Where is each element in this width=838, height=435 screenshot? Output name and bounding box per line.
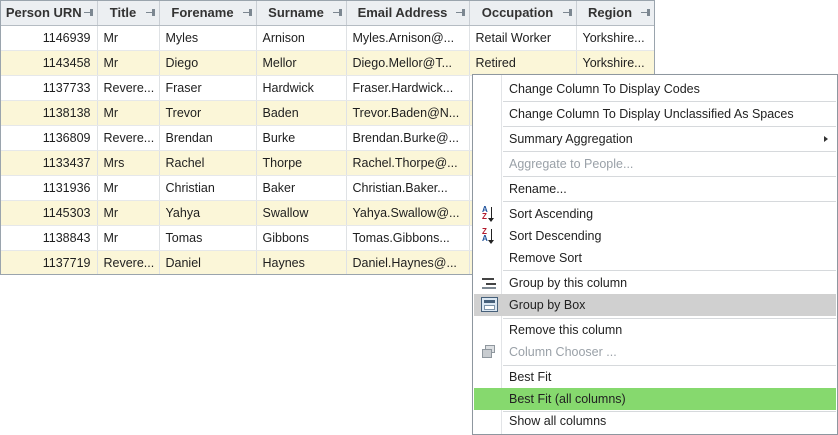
cell-forename[interactable]: Trevor [159,100,257,126]
menu-separator [503,151,836,152]
menu-item-remove-sort[interactable]: Remove Sort [474,247,836,269]
submenu-arrow-icon [824,136,828,142]
group-by-column-icon [480,275,498,291]
menu-item-rename[interactable]: Rename... [474,178,836,200]
menu-separator [503,126,836,127]
cell-forename[interactable]: Myles [159,25,257,51]
cell-email[interactable]: Christian.Baker... [346,175,470,201]
cell-title[interactable]: Mr [97,200,160,226]
menu-item-column-chooser[interactable]: Column Chooser ... [474,341,836,363]
menu-item-summary-aggregation[interactable]: Summary Aggregation [474,128,836,150]
column-header-forename[interactable]: Forename [159,1,257,26]
pin-icon[interactable] [562,8,572,17]
menu-item-sort-descending[interactable]: ZA Sort Descending [474,225,836,247]
pin-icon[interactable] [242,8,252,17]
cell-forename[interactable]: Daniel [159,250,257,274]
cell-person-urn[interactable]: 1146939 [1,25,98,51]
cell-title[interactable]: Mr [97,25,160,51]
menu-item-group-by-column[interactable]: Group by this column [474,272,836,294]
cell-forename[interactable]: Yahya [159,200,257,226]
menu-separator [503,270,836,271]
table-row[interactable]: 1143458 Mr Diego Mellor Diego.Mellor@T..… [1,50,654,76]
pin-icon[interactable] [640,8,650,17]
cell-title[interactable]: Mr [97,50,160,76]
table-row[interactable]: 1146939 Mr Myles Arnison Myles.Arnison@.… [1,25,654,51]
pin-icon[interactable] [83,8,93,17]
menu-item-unclassified-as-spaces[interactable]: Change Column To Display Unclassified As… [474,103,836,125]
cell-person-urn[interactable]: 1133437 [1,150,98,176]
menu-item-sort-ascending[interactable]: AZ Sort Ascending [474,203,836,225]
pin-icon[interactable] [455,8,465,17]
column-header-region[interactable]: Region [576,1,654,26]
cell-email[interactable]: Brendan.Burke@... [346,125,470,151]
cell-title[interactable]: Revere... [97,250,160,274]
cell-email[interactable]: Rachel.Thorpe@... [346,150,470,176]
cell-email[interactable]: Tomas.Gibbons... [346,225,470,251]
cell-email[interactable]: Myles.Arnison@... [346,25,470,51]
menu-item-show-all-columns[interactable]: Show all columns [474,410,836,432]
cell-surname[interactable]: Swallow [256,200,347,226]
menu-item-remove-column[interactable]: Remove this column [474,319,836,341]
cell-forename[interactable]: Christian [159,175,257,201]
cell-region[interactable]: Yorkshire... [576,25,654,51]
cell-person-urn[interactable]: 1137719 [1,250,98,274]
cell-surname[interactable]: Burke [256,125,347,151]
cell-email[interactable]: Yahya.Swallow@... [346,200,470,226]
cell-surname[interactable]: Gibbons [256,225,347,251]
cell-surname[interactable]: Hardwick [256,75,347,101]
cell-person-urn[interactable]: 1145303 [1,200,98,226]
cell-forename[interactable]: Diego [159,50,257,76]
cell-surname[interactable]: Baden [256,100,347,126]
cell-occupation[interactable]: Retail Worker [469,25,577,51]
cell-title[interactable]: Mrs [97,150,160,176]
menu-item-aggregate-to-people[interactable]: Aggregate to People... [474,153,836,175]
cell-person-urn[interactable]: 1138843 [1,225,98,251]
menu-item-display-codes[interactable]: Change Column To Display Codes [474,78,836,100]
sort-descending-icon: ZA [482,228,500,244]
cell-email[interactable]: Fraser.Hardwick... [346,75,470,101]
column-header-person-urn[interactable]: Person URN [1,1,98,26]
cell-surname[interactable]: Mellor [256,50,347,76]
menu-separator [503,176,836,177]
cell-email[interactable]: Trevor.Baden@N... [346,100,470,126]
sort-ascending-icon: AZ [482,206,500,222]
cell-title[interactable]: Revere... [97,125,160,151]
cell-forename[interactable]: Brendan [159,125,257,151]
menu-separator [503,201,836,202]
cell-surname[interactable]: Haynes [256,250,347,274]
column-header-email-address[interactable]: Email Address [346,1,470,26]
cell-surname[interactable]: Thorpe [256,150,347,176]
cell-occupation[interactable]: Retired [469,50,577,76]
column-context-menu: Change Column To Display Codes Change Co… [472,74,838,435]
cell-person-urn[interactable]: 1138138 [1,100,98,126]
column-header-occupation[interactable]: Occupation [469,1,577,26]
column-header-title[interactable]: Title [97,1,160,26]
cell-title[interactable]: Mr [97,100,160,126]
cell-region[interactable]: Yorkshire... [576,50,654,76]
cell-person-urn[interactable]: 1136809 [1,125,98,151]
menu-separator [503,101,836,102]
cell-surname[interactable]: Baker [256,175,347,201]
column-chooser-icon [480,344,498,360]
column-header-surname[interactable]: Surname [256,1,347,26]
cell-person-urn[interactable]: 1131936 [1,175,98,201]
menu-item-best-fit-all-columns[interactable]: Best Fit (all columns) [474,388,836,410]
cell-forename[interactable]: Rachel [159,150,257,176]
cell-forename[interactable]: Fraser [159,75,257,101]
pin-icon[interactable] [145,8,155,17]
cell-forename[interactable]: Tomas [159,225,257,251]
menu-item-best-fit[interactable]: Best Fit [474,366,836,388]
group-by-box-icon [481,297,498,312]
cell-person-urn[interactable]: 1137733 [1,75,98,101]
cell-email[interactable]: Daniel.Haynes@... [346,250,470,274]
cell-surname[interactable]: Arnison [256,25,347,51]
cell-title[interactable]: Mr [97,225,160,251]
cell-title[interactable]: Revere... [97,75,160,101]
cell-email[interactable]: Diego.Mellor@T... [346,50,470,76]
cell-title[interactable]: Mr [97,175,160,201]
cell-person-urn[interactable]: 1143458 [1,50,98,76]
menu-item-group-by-box[interactable]: Group by Box [474,294,836,316]
pin-icon[interactable] [332,8,342,17]
grid-header-row: Person URN Title Forename Surname Email … [1,1,654,26]
